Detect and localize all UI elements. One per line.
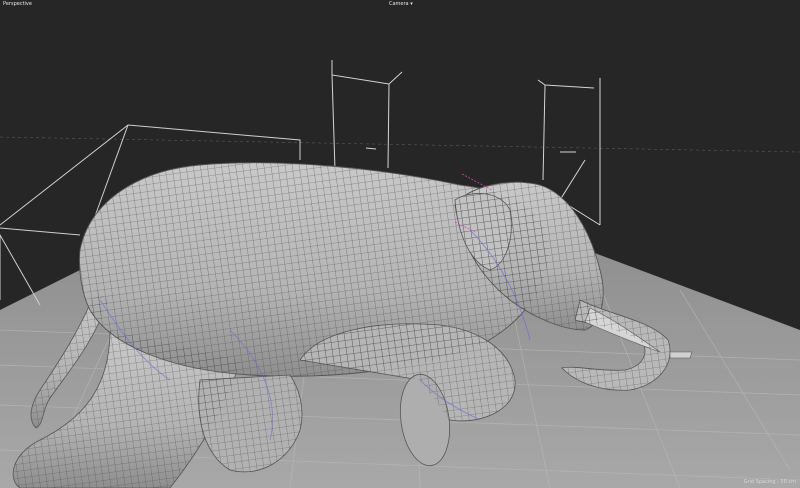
camera-menu-label: Camera [389, 1, 409, 7]
grid-spacing-readout: Grid Spacing : 50 cm [743, 479, 796, 485]
scene-canvas[interactable] [0, 0, 800, 488]
viewport-header: Perspective Camera ▾ [0, 0, 800, 10]
horizon-guide [0, 136, 800, 153]
area-light-center [331, 60, 403, 171]
camera-menu[interactable]: Camera ▾ [389, 0, 413, 8]
chevron-down-icon: ▾ [410, 1, 413, 7]
view-mode-label[interactable]: Perspective [3, 0, 32, 8]
viewport[interactable]: Perspective Camera ▾ Grid Spacing : 50 c… [0, 0, 800, 488]
